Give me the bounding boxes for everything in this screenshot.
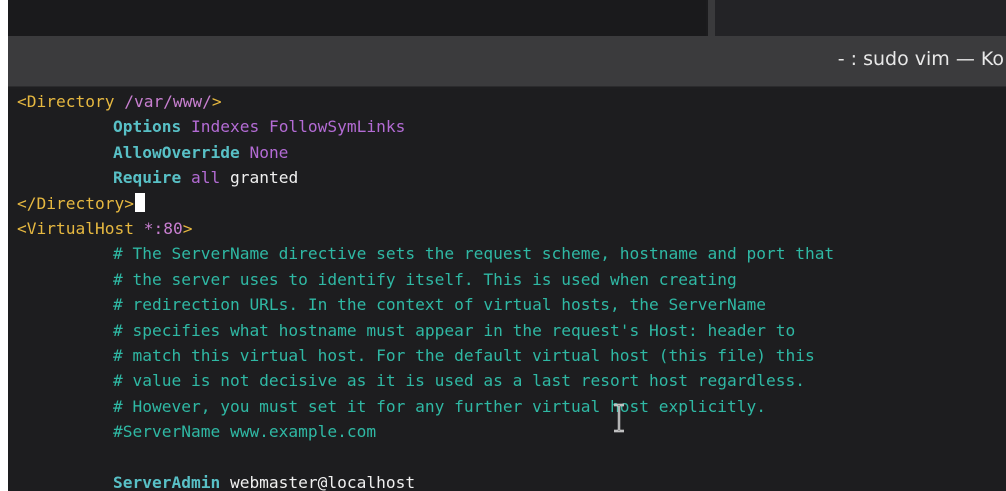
code-token-comment: # The ServerName directive sets the requ… [113, 244, 835, 264]
editor-line: # value is not decisive as it is used as… [8, 368, 1006, 393]
code-token-comment: # specifies what hostname must appear in… [113, 320, 796, 340]
editor-line: # However, you must set it for any furth… [8, 394, 1006, 419]
code-token-tag: <Directory [17, 92, 125, 111]
code-token-tag: > [211, 92, 222, 111]
window-divider [708, 0, 715, 38]
window-titlebar[interactable]: - : sudo vim — Ko [8, 36, 1006, 87]
code-token-tag: > [182, 218, 193, 238]
code-token-path: /var/www/ [124, 92, 212, 111]
editor-line: # match this virtual host. For the defau… [8, 343, 1006, 368]
editor-line: # specifies what hostname must appear in… [8, 318, 1006, 343]
screen: - : sudo vim — Ko <Directory /var/www/> O… [0, 0, 1006, 491]
code-token-comment: #ServerName www.example.com [113, 422, 377, 442]
editor-line: <VirtualHost *:80> [8, 216, 1006, 241]
code-token-tag: </Directory> [17, 193, 134, 213]
code-token-val: Indexes FollowSymLinks [181, 117, 406, 137]
i-beam-cursor-icon [614, 403, 624, 433]
code-token-comment: # redirection URLs. In the context of vi… [113, 295, 766, 315]
editor-line: Require all granted [8, 165, 1006, 190]
editor-line: </Directory> [8, 191, 1006, 216]
editor-line: Options Indexes FollowSymLinks [8, 114, 1006, 139]
background-window [8, 0, 706, 38]
code-token-val: None [239, 142, 289, 162]
code-token-dir: Require [113, 168, 182, 188]
editor-line: # redirection URLs. In the context of vi… [8, 292, 1006, 317]
code-token-plain: webmaster@localhost [220, 472, 416, 491]
editor-line: # The ServerName directive sets the requ… [8, 241, 1006, 266]
text-cursor [134, 192, 145, 212]
editor-line: <Directory /var/www/> [8, 89, 1006, 114]
code-token-dir: Options [113, 117, 182, 137]
code-token-val: all [181, 168, 221, 188]
code-token-dir: AllowOverride [113, 142, 240, 162]
desktop-background [8, 0, 1006, 38]
code-token-plain: granted [220, 168, 299, 188]
window-title: - : sudo vim — Ko [837, 48, 1004, 70]
konsole-window: - : sudo vim — Ko <Directory /var/www/> O… [8, 36, 1006, 491]
code-token-tag: <VirtualHost [17, 218, 144, 238]
editor-line: # the server uses to identify itself. Th… [8, 267, 1006, 292]
code-token-comment: # the server uses to identify itself. Th… [113, 269, 737, 289]
code-token-path: *:80 [143, 218, 183, 238]
editor-line: ServerAdmin webmaster@localhost [8, 470, 1006, 491]
code-token-comment: # However, you must set it for any furth… [113, 396, 766, 416]
background-window-right [715, 0, 1006, 38]
code-token-comment: # match this virtual host. For the defau… [113, 345, 815, 365]
vim-editor[interactable]: <Directory /var/www/> Options Indexes Fol… [8, 89, 1006, 491]
code-token-dir: ServerAdmin [113, 472, 221, 491]
code-token-comment: # value is not decisive as it is used as… [113, 371, 805, 391]
editor-line: #ServerName www.example.com [8, 419, 1006, 444]
editor-line: AllowOverride None [8, 140, 1006, 165]
